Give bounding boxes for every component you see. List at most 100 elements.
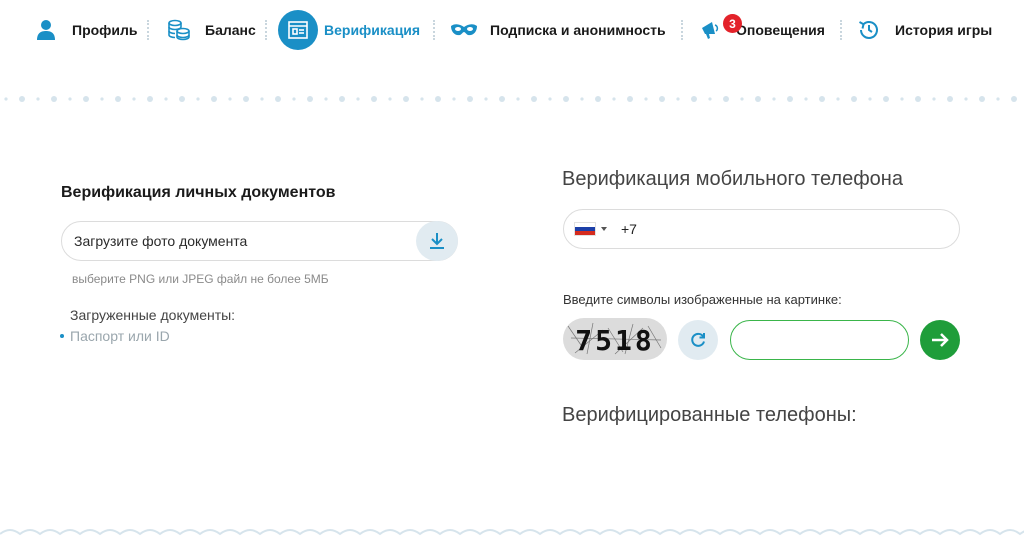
arrow-right-icon bbox=[932, 333, 949, 347]
divider-dot bbox=[915, 96, 921, 102]
divider-dot bbox=[868, 97, 872, 101]
divider-dot bbox=[740, 97, 744, 101]
divider-dot bbox=[83, 96, 89, 102]
divider-dot bbox=[804, 97, 808, 101]
divider-dot bbox=[452, 97, 456, 101]
nav-separator bbox=[147, 20, 149, 40]
divider-dot bbox=[260, 97, 264, 101]
top-navigation: Профиль Баланс Верификация Подписка и ан… bbox=[0, 0, 1024, 62]
refresh-icon bbox=[691, 332, 705, 347]
captcha-input[interactable] bbox=[730, 320, 909, 360]
divider-dot bbox=[4, 97, 8, 101]
captcha-submit-button[interactable] bbox=[920, 320, 960, 360]
divider-dot bbox=[164, 97, 168, 101]
divider-dot bbox=[420, 97, 424, 101]
divider-dot bbox=[627, 96, 633, 102]
divider-dot bbox=[676, 97, 680, 101]
nav-label-balance: Баланс bbox=[205, 22, 256, 38]
list-item: Паспорт или ID bbox=[60, 328, 170, 344]
divider-dot bbox=[196, 97, 200, 101]
captcha-label: Введите символы изображенные на картинке… bbox=[563, 292, 842, 307]
nav-label-subscription: Подписка и анонимность bbox=[490, 22, 666, 38]
divider-dot bbox=[292, 97, 296, 101]
divider-dot bbox=[275, 96, 281, 102]
nav-item-balance[interactable]: Баланс bbox=[167, 10, 256, 50]
divider-dot bbox=[996, 97, 1000, 101]
divider-dot bbox=[659, 96, 665, 102]
divider-dot bbox=[1011, 96, 1017, 102]
divider-dot bbox=[307, 96, 313, 102]
divider-dot bbox=[691, 96, 697, 102]
divider-dot bbox=[100, 97, 104, 101]
user-icon bbox=[36, 19, 56, 41]
bullet-icon bbox=[60, 334, 64, 338]
divider-dot bbox=[964, 97, 968, 101]
nav-label-verification: Верификация bbox=[324, 22, 421, 38]
divider-dot bbox=[211, 96, 217, 102]
wave-divider bbox=[0, 529, 1024, 536]
divider-dot bbox=[371, 96, 377, 102]
uploaded-documents-title: Загруженные документы: bbox=[70, 307, 236, 323]
divider-dot bbox=[403, 96, 409, 102]
divider-dot bbox=[836, 97, 840, 101]
nav-label-notifications: Оповещения bbox=[736, 22, 825, 38]
divider-dot bbox=[787, 96, 793, 102]
divider-dot bbox=[516, 97, 520, 101]
divider-dot bbox=[68, 97, 72, 101]
divider-dot bbox=[819, 96, 825, 102]
divider-dot bbox=[644, 97, 648, 101]
phone-input-field[interactable]: +7 bbox=[563, 209, 960, 249]
download-icon bbox=[430, 233, 444, 249]
divider-dot bbox=[580, 97, 584, 101]
divider-dot bbox=[612, 97, 616, 101]
divider-dot bbox=[755, 96, 761, 102]
megaphone-icon: 3 bbox=[700, 14, 742, 40]
document-upload-field[interactable]: Загрузите фото документа bbox=[61, 221, 458, 261]
divider-dot bbox=[548, 97, 552, 101]
nav-item-subscription[interactable]: Подписка и анонимность bbox=[450, 10, 666, 50]
russia-flag-icon[interactable] bbox=[574, 222, 596, 236]
nav-item-history[interactable]: История игры bbox=[857, 10, 992, 50]
divider-dot bbox=[531, 96, 537, 102]
flag-stripe bbox=[575, 231, 595, 235]
divider-dot bbox=[932, 97, 936, 101]
verified-phones-title: Верифицированные телефоны: bbox=[562, 404, 857, 426]
document-icon bbox=[278, 10, 318, 50]
dotted-divider bbox=[4, 96, 1017, 102]
divider-dot bbox=[499, 96, 505, 102]
captcha-refresh-button[interactable] bbox=[678, 320, 718, 360]
divider-dot bbox=[467, 96, 473, 102]
divider-dot bbox=[115, 96, 121, 102]
chevron-down-icon[interactable] bbox=[601, 227, 607, 231]
captcha-text: 7518 bbox=[575, 324, 654, 357]
nav-separator bbox=[681, 20, 683, 40]
divider-dot bbox=[36, 97, 40, 101]
captcha-image: 7518 bbox=[563, 318, 667, 360]
divider-dot bbox=[484, 97, 488, 101]
nav-item-notifications[interactable]: 3 Оповещения bbox=[700, 10, 825, 50]
divider-dot bbox=[595, 96, 601, 102]
divider-dot bbox=[435, 96, 441, 102]
divider-dot bbox=[947, 96, 953, 102]
divider-dot bbox=[772, 97, 776, 101]
divider-dot bbox=[324, 97, 328, 101]
phone-verification-title: Верификация мобильного телефона bbox=[562, 168, 903, 190]
divider-dot bbox=[979, 96, 985, 102]
upload-placeholder: Загрузите фото документа bbox=[74, 233, 248, 249]
divider-dot bbox=[388, 97, 392, 101]
upload-hint: выберите PNG или JPEG файл не более 5МБ bbox=[72, 272, 329, 286]
divider-dot bbox=[51, 96, 57, 102]
divider-dot bbox=[563, 96, 569, 102]
phone-country-code[interactable]: +7 bbox=[621, 221, 637, 237]
nav-separator bbox=[433, 20, 435, 40]
upload-button[interactable] bbox=[416, 221, 458, 261]
nav-label-history: История игры bbox=[895, 22, 993, 38]
nav-item-profile[interactable]: Профиль bbox=[36, 10, 138, 50]
divider-dot bbox=[19, 96, 25, 102]
nav-item-verification[interactable]: Верификация bbox=[278, 10, 420, 50]
divider-dot bbox=[356, 97, 360, 101]
nav-label-profile: Профиль bbox=[72, 22, 138, 38]
divider-dot bbox=[900, 97, 904, 101]
divider-dot bbox=[132, 97, 136, 101]
divider-dot bbox=[179, 96, 185, 102]
